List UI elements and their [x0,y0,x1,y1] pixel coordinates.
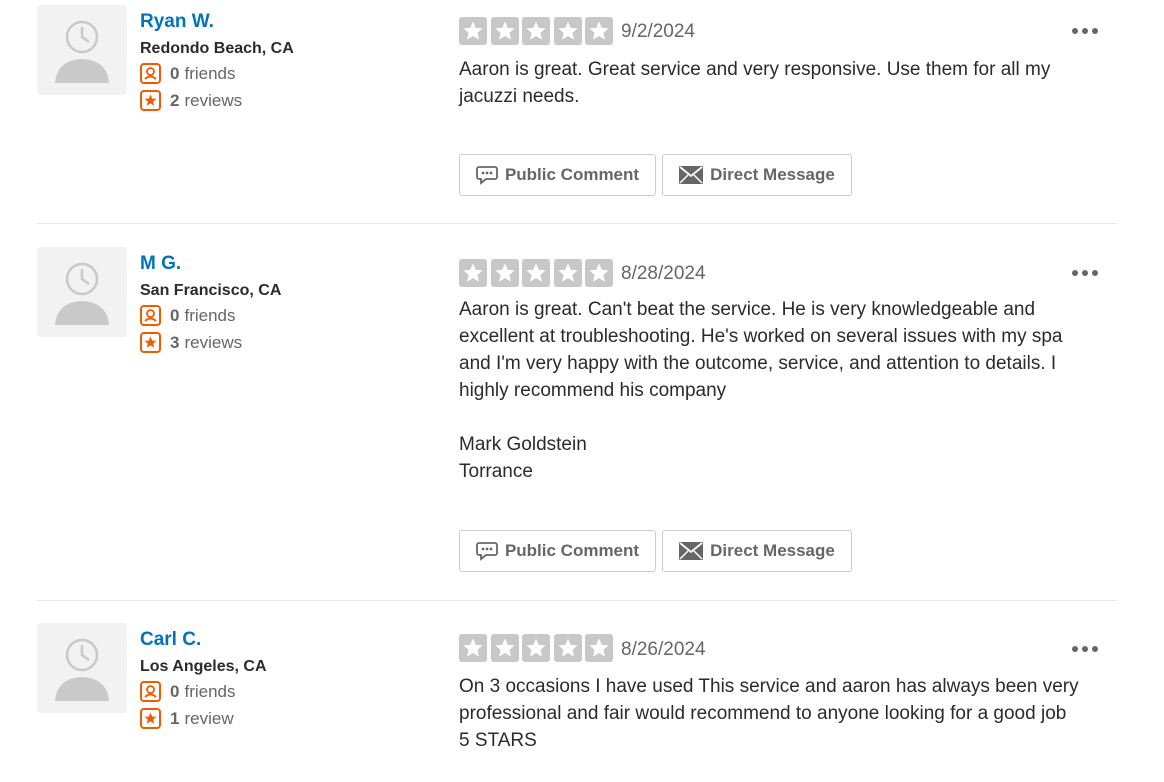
direct-message-label: Direct Message [710,165,835,184]
reviews-count: 2 [170,90,180,110]
friends-label: friends [184,681,236,701]
review-text-line [459,404,1074,431]
user-location: Redondo Beach, CA [140,40,294,57]
reviews-label: reviews [184,332,243,352]
star-icon [490,17,519,45]
public-comment-button[interactable]: Public Comment [459,530,656,572]
friends-icon [140,305,161,326]
review-star-icon [140,90,161,111]
envelope-icon [679,542,704,560]
star-icon [490,259,519,287]
friends-count: 0 [170,305,180,325]
public-comment-label: Public Comment [504,165,640,184]
reviews-stat: 1 review [140,708,234,729]
friends-icon [140,681,161,702]
star-icon [585,17,613,45]
reviews-count: 3 [170,332,180,352]
friends-stat: 0 friends [140,63,236,84]
review-text-line: Aaron is great. Great service and very r… [459,59,1051,107]
star-icon [459,259,487,287]
review-divider [37,223,1117,224]
reviews-stat: 3 reviews [140,332,242,353]
star-icon [553,634,582,662]
star-icon [459,17,487,45]
user-name-link[interactable]: Ryan W. [140,11,214,33]
star-icon [585,634,613,662]
review-date: 9/2/2024 [621,21,695,42]
review-text-line: Torrance [459,461,533,482]
review-item: Carl C. Los Angeles, CA 0 friends 1 revi… [37,623,1117,782]
star-rating [459,634,617,662]
review-text-line: 5 STARS [459,730,537,751]
friends-count: 0 [170,681,180,701]
envelope-icon [679,166,704,184]
review-text-line: On 3 occasions I have used This service … [459,676,1079,724]
default-avatar-icon [55,262,109,325]
user-name-link[interactable]: Carl C. [140,629,201,651]
default-avatar-icon [55,20,109,83]
direct-message-button[interactable]: Direct Message [662,154,852,196]
star-rating [459,259,617,287]
comment-bubble-icon [476,542,498,561]
star-rating [459,17,617,45]
reviews-stat: 2 reviews [140,90,242,111]
star-icon [522,634,550,662]
public-comment-button[interactable]: Public Comment [459,154,656,196]
more-options-icon[interactable] [1071,644,1099,654]
reviews-label: review [184,708,234,728]
review-text: Aaron is great. Great service and very r… [459,56,1109,110]
avatar[interactable] [37,623,127,713]
more-options-icon[interactable] [1071,268,1099,278]
friends-stat: 0 friends [140,681,236,702]
direct-message-label: Direct Message [710,541,835,560]
review-item: Ryan W. Redondo Beach, CA 0 friends 2 re… [37,5,1117,215]
direct-message-button[interactable]: Direct Message [662,530,852,572]
star-icon [490,634,519,662]
star-icon [522,17,550,45]
review-date: 8/28/2024 [621,263,706,284]
friends-count: 0 [170,63,180,83]
review-star-icon [140,708,161,729]
star-icon [553,17,582,45]
review-divider [37,600,1117,601]
friends-stat: 0 friends [140,305,236,326]
friends-icon [140,63,161,84]
review-item: M G. San Francisco, CA 0 friends 3 revie… [37,247,1117,587]
avatar[interactable] [37,5,127,95]
reviews-label: reviews [184,90,243,110]
user-name-link[interactable]: M G. [140,253,181,275]
star-icon [459,634,487,662]
review-date: 8/26/2024 [621,639,706,660]
comment-bubble-icon [476,166,498,185]
review-star-icon [140,332,161,353]
more-options-icon[interactable] [1071,26,1099,36]
default-avatar-icon [55,638,109,701]
friends-label: friends [184,305,236,325]
user-location: Los Angeles, CA [140,658,267,675]
review-text-line: Mark Goldstein [459,434,587,455]
user-location: San Francisco, CA [140,282,282,299]
review-text: Aaron is great. Can't beat the service. … [459,296,1074,485]
review-text: On 3 occasions I have used This service … [459,673,1109,754]
public-comment-label: Public Comment [504,541,640,560]
avatar[interactable] [37,247,127,337]
reviews-count: 1 [170,708,180,728]
star-icon [522,259,550,287]
friends-label: friends [184,63,236,83]
review-text-line: Aaron is great. Can't beat the service. … [459,299,1063,401]
star-icon [585,259,613,287]
star-icon [553,259,582,287]
